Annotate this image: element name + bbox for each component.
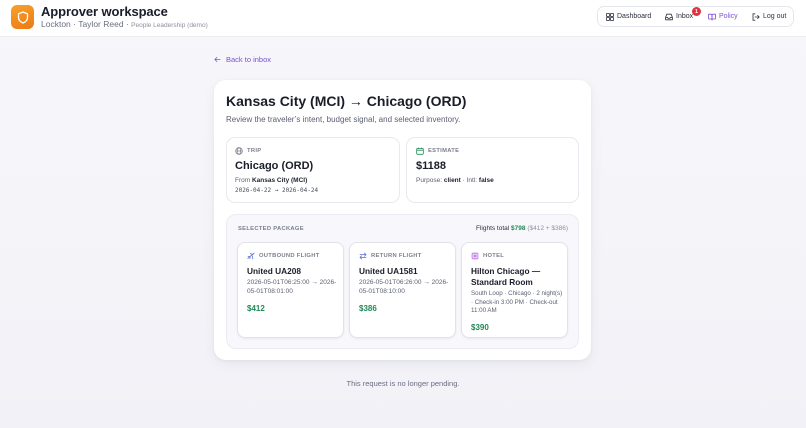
outbound-times: 2026-05-01T06:25:00 → 2026-05-01T08:01:0… xyxy=(247,279,337,295)
trip-label: TRIP xyxy=(235,147,261,155)
nav-logout[interactable]: Log out xyxy=(752,7,786,26)
flights-total: Flights total $798 ($412 + $386) xyxy=(475,225,568,232)
logout-icon xyxy=(752,12,760,21)
app-header: Approver workspace Lockton · Taylor Reed… xyxy=(0,0,806,37)
inbox-icon xyxy=(665,13,673,20)
back-to-inbox-link[interactable]: Back to inbox xyxy=(214,55,271,64)
shield-icon xyxy=(17,10,28,24)
plane-icon xyxy=(247,252,255,260)
arrow-left-icon xyxy=(214,57,221,62)
nav-inbox-label: Inbox xyxy=(676,13,694,20)
return-flight-card: RETURN FLIGHT United UA1581 2026-05-01T0… xyxy=(349,242,456,338)
globe-icon xyxy=(235,147,243,155)
back-link-label: Back to inbox xyxy=(226,55,272,64)
user-context: Lockton · Taylor Reed · People Leadershi… xyxy=(41,19,208,29)
dashboard-icon xyxy=(606,12,614,21)
app-title: Approver workspace xyxy=(41,4,168,19)
hotel-name: Hilton Chicago — Standard Room xyxy=(471,266,541,287)
return-flight-number: United UA1581 xyxy=(359,266,418,276)
return-label: RETURN FLIGHT xyxy=(359,252,422,260)
return-times: 2026-05-01T06:26:00 → 2026-05-01T08:10:0… xyxy=(359,279,449,295)
status-note: This request is no longer pending. xyxy=(346,379,460,388)
nav-policy[interactable]: Policy xyxy=(708,7,738,26)
swap-icon xyxy=(359,252,367,260)
request-card: Kansas City (MCI) → Chicago (ORD) Review… xyxy=(214,80,591,360)
outbound-flight-number: United UA208 xyxy=(247,266,301,276)
estimate-amount: $1188 xyxy=(416,160,446,172)
hotel-icon xyxy=(471,252,479,260)
trip-destination: Chicago (ORD) xyxy=(235,160,314,172)
nav-dashboard[interactable]: Dashboard xyxy=(606,7,651,26)
nav-dashboard-label: Dashboard xyxy=(617,13,652,20)
hotel-price: $390 xyxy=(471,323,489,332)
book-icon xyxy=(708,13,716,20)
outbound-flight-card: OUTBOUND FLIGHT United UA208 2026-05-01T… xyxy=(237,242,344,338)
request-title: Kansas City (MCI) → Chicago (ORD) xyxy=(226,93,467,109)
estimate-purpose: Purpose: client · Intl: false xyxy=(416,177,494,184)
package-label: SELECTED PACKAGE xyxy=(238,226,304,232)
trip-box: TRIP Chicago (ORD) From Kansas City (MCI… xyxy=(226,137,400,203)
hotel-label: HOTEL xyxy=(471,252,504,260)
inbox-count-badge: 1 xyxy=(692,7,701,16)
trip-dates: 2026-04-22 → 2026-04-24 xyxy=(235,187,319,194)
estimate-label: ESTIMATE xyxy=(416,147,459,155)
hotel-card: HOTEL Hilton Chicago — Standard Room Sou… xyxy=(461,242,568,338)
org-name: Lockton xyxy=(41,19,71,29)
outbound-label: OUTBOUND FLIGHT xyxy=(247,252,320,260)
estimate-box: ESTIMATE $1188 Purpose: client · Intl: f… xyxy=(406,137,579,203)
shield-logo xyxy=(11,5,34,29)
nav-logout-label: Log out xyxy=(763,13,787,20)
hotel-details: South Loop · Chicago · 2 night(s) · Chec… xyxy=(471,290,563,315)
outbound-price: $412 xyxy=(247,304,265,313)
user-name: Taylor Reed xyxy=(78,19,124,29)
return-price: $386 xyxy=(359,304,377,313)
request-subtitle: Review the traveler’s intent, budget sig… xyxy=(226,115,461,124)
trip-origin: From Kansas City (MCI) xyxy=(235,177,308,184)
nav-inbox[interactable]: Inbox xyxy=(665,7,693,26)
nav-policy-label: Policy xyxy=(719,13,738,20)
team-name: People Leadership (demo) xyxy=(131,22,208,29)
selected-package: SELECTED PACKAGE Flights total $798 ($41… xyxy=(226,214,579,349)
calendar-icon xyxy=(416,147,424,155)
